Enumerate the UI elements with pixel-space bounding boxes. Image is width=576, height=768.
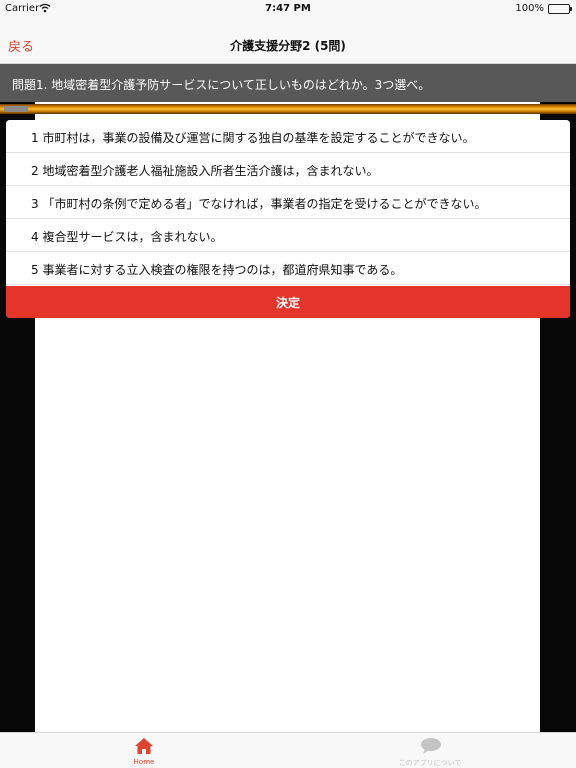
tab-home-label: Home [133, 758, 155, 766]
option-2[interactable]: 2 地域密着型介護老人福祉施設入所者生活介護は，含まれない。 [6, 153, 570, 186]
gold-bar-knob [4, 106, 28, 112]
decide-button-label: 決定 [275, 296, 300, 310]
option-5[interactable]: 5 事業者に対する立入検査の権限を持つのは，都道府県知事である。 [6, 252, 570, 285]
home-icon [135, 738, 153, 754]
page-title: 介護支援分野2 (5問) [230, 39, 346, 53]
option-2-label: 2 地域密着型介護老人福祉施設入所者生活介護は，含まれない。 [31, 164, 379, 178]
option-3[interactable]: 3 「市町村の条例で定める者」でなければ，事業者の指定を受けることができない。 [6, 186, 570, 219]
answer-options-card: 1 市町村は，事業の設備及び運営に関する独自の基準を設定することができない。 2… [6, 120, 570, 318]
battery-icon [548, 4, 572, 14]
question-bar: 問題1. 地域密着型介護予防サービスについて正しいものはどれか。3つ選べ。 [0, 64, 576, 102]
option-4[interactable]: 4 複合型サービスは，含まれない。 [6, 219, 570, 252]
decide-button[interactable]: 決定 [6, 286, 570, 318]
status-time: 7:47 PM [265, 3, 311, 14]
option-5-label: 5 事業者に対する立入検査の権限を持つのは，都道府県知事である。 [31, 263, 403, 277]
battery-percent: 100% [515, 3, 544, 14]
chat-bubble-icon [421, 738, 441, 754]
question-text: 問題1. 地域密着型介護予防サービスについて正しいものはどれか。3つ選べ。 [12, 78, 431, 92]
tab-about-app-label: このアプリについて [398, 759, 462, 767]
option-1-label: 1 市町村は，事業の設備及び運営に関する独自の基準を設定することができない。 [31, 131, 475, 145]
status-bar: Carrier 7:47 PM 100% [0, 0, 576, 18]
navigation-bar: 戻る 介護支援分野2 (5問) [0, 18, 576, 64]
option-3-label: 3 「市町村の条例で定める者」でなければ，事業者の指定を受けることができない。 [31, 197, 487, 211]
tab-bar: Home このアプリについて [0, 732, 576, 768]
option-4-label: 4 複合型サービスは，含まれない。 [31, 230, 223, 244]
tab-about-app[interactable]: このアプリについて [370, 737, 490, 767]
decorative-gold-bar [0, 104, 576, 114]
option-1[interactable]: 1 市町村は，事業の設備及び運営に関する独自の基準を設定することができない。 [6, 120, 570, 153]
tab-home[interactable]: Home [84, 737, 204, 767]
